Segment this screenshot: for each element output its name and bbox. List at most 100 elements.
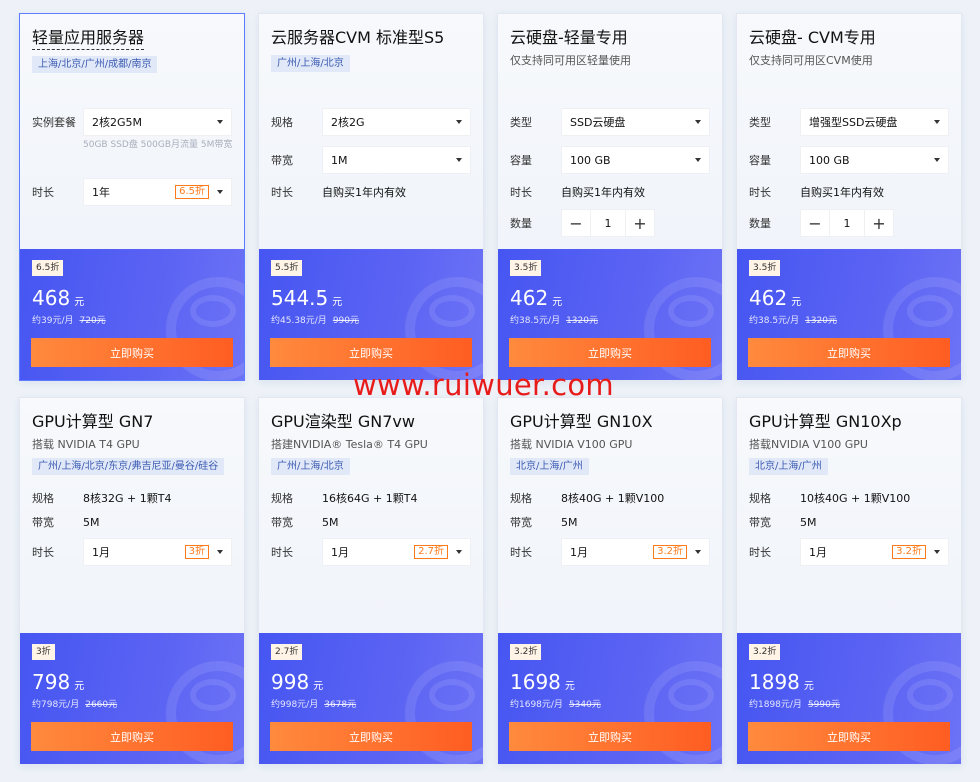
package-note: 50GB SSD盘 500GB月流量 5M带宽 — [83, 140, 233, 150]
field-label: 实例套餐 — [32, 116, 76, 129]
card-title: GPU计算型 GN10X — [510, 412, 653, 431]
quantity-value[interactable]: 1 — [830, 209, 864, 237]
price-per-month: 约39元/月 720元 — [32, 316, 106, 326]
bandwidth-text: 5M — [561, 515, 578, 529]
price-per-month: 约798元/月 2660元 — [32, 700, 118, 710]
decrement-button[interactable]: − — [561, 209, 591, 237]
increment-button[interactable]: + — [864, 209, 894, 237]
original-price: 1320元 — [805, 316, 837, 326]
price-per-month: 约38.5元/月 1320元 — [510, 316, 598, 326]
original-price: 2660元 — [85, 700, 118, 710]
price: 462 元 — [510, 286, 563, 310]
field-label: 规格 — [271, 116, 293, 129]
buy-now-button[interactable]: 立即购买 — [748, 338, 950, 367]
buy-now-button[interactable]: 立即购买 — [31, 722, 233, 751]
buy-now-button[interactable]: 立即购买 — [509, 722, 711, 751]
field-label: 时长 — [271, 186, 293, 199]
chevron-down-icon — [695, 550, 701, 554]
region-tag: 北京/上海/广州 — [510, 458, 589, 475]
card-subtitle: 仅支持同可用区轻量使用 — [510, 54, 631, 67]
card-title[interactable]: 轻量应用服务器 — [32, 27, 145, 50]
disk-type-select[interactable]: SSD云硬盘 — [561, 108, 710, 136]
region-tag: 广州/上海/北京 — [271, 55, 350, 72]
bandwidth-select[interactable]: 1M — [322, 146, 471, 174]
spec-text: 8核40G + 1颗V100 — [561, 492, 665, 505]
original-price: 3678元 — [324, 700, 357, 710]
field-label: 时长 — [32, 546, 54, 559]
duration-select[interactable]: 1月 3折 — [83, 538, 232, 566]
disk-decoration-icon — [907, 295, 953, 327]
price: 468 元 — [32, 286, 85, 310]
chevron-down-icon — [217, 120, 223, 124]
quantity-value[interactable]: 1 — [591, 209, 625, 237]
price-panel: 3.2折 1898 元 约1898元/月 5990元 立即购买 — [737, 633, 961, 764]
field-label: 类型 — [749, 116, 771, 129]
original-price: 1320元 — [566, 316, 598, 326]
discount-tag: 2.7折 — [414, 545, 448, 559]
decrement-button[interactable]: − — [800, 209, 830, 237]
field-label: 容量 — [749, 154, 771, 167]
field-label: 数量 — [749, 217, 771, 230]
buy-now-button[interactable]: 立即购买 — [270, 722, 472, 751]
duration-text: 自购买1年内有效 — [800, 186, 884, 199]
price-panel: 3.5折 462 元 约38.5元/月 1320元 立即购买 — [737, 249, 961, 380]
disk-decoration-icon — [429, 679, 475, 711]
price-per-month: 约998元/月 3678元 — [271, 700, 357, 710]
increment-button[interactable]: + — [625, 209, 655, 237]
price-per-month: 约1698元/月 5340元 — [510, 700, 601, 710]
discount-tag: 3折 — [184, 545, 209, 559]
discount-badge: 5.5折 — [271, 260, 303, 276]
capacity-select[interactable]: 100 GB — [800, 146, 949, 174]
duration-select[interactable]: 1月 3.2折 — [800, 538, 949, 566]
buy-now-button[interactable]: 立即购买 — [509, 338, 711, 367]
bandwidth-text: 5M — [322, 515, 339, 529]
product-card-gn10xp: GPU计算型 GN10Xp 搭载NVIDIA V100 GPU 北京/上海/广州… — [736, 397, 962, 765]
price-panel: 5.5折 544.5 元 约45.38元/月 990元 立即购买 — [259, 249, 483, 380]
product-card-gn10x: GPU计算型 GN10X 搭载 NVIDIA V100 GPU 北京/上海/广州… — [497, 397, 723, 765]
chevron-down-icon — [217, 550, 223, 554]
price-per-month: 约38.5元/月 1320元 — [749, 316, 837, 326]
card-subtitle: 搭载NVIDIA V100 GPU — [749, 438, 868, 451]
price: 998 元 — [271, 670, 324, 694]
field-label: 时长 — [271, 546, 293, 559]
card-subtitle: 搭载 NVIDIA V100 GPU — [510, 438, 633, 451]
region-tag: 广州/上海/北京 — [271, 458, 350, 475]
buy-now-button[interactable]: 立即购买 — [31, 338, 233, 367]
disk-decoration-icon — [429, 295, 475, 327]
field-label: 规格 — [749, 492, 771, 505]
field-label: 带宽 — [510, 516, 532, 529]
duration-text: 自购买1年内有效 — [322, 186, 406, 199]
discount-badge: 3.2折 — [510, 644, 542, 660]
chevron-down-icon — [456, 158, 462, 162]
price-panel: 2.7折 998 元 约998元/月 3678元 立即购买 — [259, 633, 483, 764]
card-title: 云硬盘-轻量专用 — [510, 28, 628, 47]
product-card-gn7: GPU计算型 GN7 搭载 NVIDIA T4 GPU 广州/上海/北京/东京/… — [19, 397, 245, 765]
disk-type-select[interactable]: 增强型SSD云硬盘 — [800, 108, 949, 136]
duration-select[interactable]: 1月 3.2折 — [561, 538, 710, 566]
price-panel: 3折 798 元 约798元/月 2660元 立即购买 — [20, 633, 244, 764]
field-label: 数量 — [510, 217, 532, 230]
chevron-down-icon — [217, 190, 223, 194]
duration-select[interactable]: 1年 6.5折 — [83, 178, 232, 206]
price: 1898 元 — [749, 670, 814, 694]
field-label: 容量 — [510, 154, 532, 167]
spec-select[interactable]: 2核2G — [322, 108, 471, 136]
original-price: 5990元 — [807, 700, 840, 710]
discount-tag: 3.2折 — [892, 545, 926, 559]
buy-now-button[interactable]: 立即购买 — [270, 338, 472, 367]
region-tag: 上海/北京/广州/成都/南京 — [32, 56, 158, 73]
discount-tag: 6.5折 — [175, 185, 209, 199]
chevron-down-icon — [934, 550, 940, 554]
field-label: 时长 — [510, 546, 532, 559]
product-card-lighthouse: 轻量应用服务器 上海/北京/广州/成都/南京 实例套餐 2核2G5M 50GB … — [19, 13, 245, 381]
capacity-select[interactable]: 100 GB — [561, 146, 710, 174]
price: 798 元 — [32, 670, 85, 694]
card-title: GPU渲染型 GN7vw — [271, 412, 415, 431]
card-subtitle: 仅支持同可用区CVM使用 — [749, 54, 873, 67]
discount-badge: 3.2折 — [749, 644, 781, 660]
duration-select[interactable]: 1月 2.7折 — [322, 538, 471, 566]
buy-now-button[interactable]: 立即购买 — [748, 722, 950, 751]
field-label: 带宽 — [271, 516, 293, 529]
field-label: 带宽 — [749, 516, 771, 529]
package-select[interactable]: 2核2G5M — [83, 108, 232, 136]
